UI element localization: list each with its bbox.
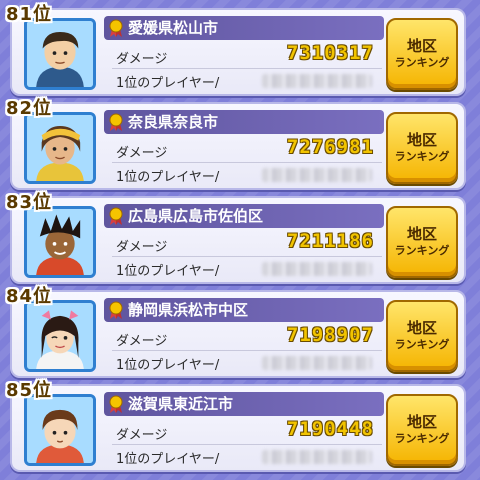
medal-icon [109, 395, 123, 413]
button-label-line2: ランキング [394, 56, 450, 69]
button-label-line2: ランキング [394, 244, 450, 257]
region-ranking-button[interactable]: 地区 ランキング [386, 206, 458, 278]
region-name: 静岡県浜松市中区 [128, 301, 249, 319]
top-player-label: 1位のプレイヤー/ [116, 452, 220, 467]
region-ranking-button[interactable]: 地区 ランキング [386, 394, 458, 466]
button-label-line1: 地区 [406, 413, 437, 431]
button-label-line2: ランキング [394, 150, 450, 163]
blurred-player-name [262, 168, 372, 182]
rank-number: 85位 [6, 380, 53, 401]
player-avatar [24, 206, 96, 278]
player-avatar [24, 112, 96, 184]
button-label-line1: 地区 [406, 225, 437, 243]
damage-value: 7276981 [286, 136, 374, 158]
region-bar: 愛媛県松山市 [104, 16, 384, 40]
divider [112, 162, 382, 163]
ranking-list: 愛媛県松山市 ダメージ 7310317 1位のプレイヤー/ 地区 ランキング 8… [0, 0, 480, 480]
divider [112, 68, 382, 69]
damage-label: ダメージ [116, 52, 168, 67]
rank-number: 82位 [6, 98, 53, 119]
blurred-player-name [262, 262, 372, 276]
ranking-row: 滋賀県東近江市 ダメージ 7190448 1位のプレイヤー/ 地区 ランキング … [6, 380, 466, 472]
blurred-player-name [262, 450, 372, 464]
region-bar: 滋賀県東近江市 [104, 392, 384, 416]
region-ranking-button[interactable]: 地区 ランキング [386, 18, 458, 90]
region-name: 愛媛県松山市 [128, 19, 219, 37]
rank-number: 83位 [6, 192, 53, 213]
button-label-line2: ランキング [394, 338, 450, 351]
region-bar: 静岡県浜松市中区 [104, 298, 384, 322]
medal-icon [109, 207, 123, 225]
medal-icon [109, 113, 123, 131]
region-ranking-button[interactable]: 地区 ランキング [386, 300, 458, 372]
top-player-label: 1位のプレイヤー/ [116, 358, 220, 373]
blurred-player-name [262, 356, 372, 370]
region-name: 滋賀県東近江市 [128, 395, 234, 413]
damage-value: 7310317 [286, 42, 374, 64]
button-label-line1: 地区 [406, 37, 437, 55]
damage-label: ダメージ [116, 240, 168, 255]
damage-label: ダメージ [116, 428, 168, 443]
damage-value: 7198907 [286, 324, 374, 346]
medal-icon [109, 19, 123, 37]
ranking-row: 静岡県浜松市中区 ダメージ 7198907 1位のプレイヤー/ 地区 ランキング… [6, 286, 466, 378]
top-player-label: 1位のプレイヤー/ [116, 76, 220, 91]
button-label-line1: 地区 [406, 319, 437, 337]
damage-value: 7190448 [286, 418, 374, 440]
region-name: 奈良県奈良市 [128, 113, 219, 131]
button-label-line2: ランキング [394, 432, 450, 445]
damage-label: ダメージ [116, 146, 168, 161]
player-avatar [24, 394, 96, 466]
region-bar: 広島県広島市佐伯区 [104, 204, 384, 228]
ranking-row: 広島県広島市佐伯区 ダメージ 7211186 1位のプレイヤー/ 地区 ランキン… [6, 192, 466, 284]
blurred-player-name [262, 74, 372, 88]
rank-number: 81位 [6, 4, 53, 25]
button-label-line1: 地区 [406, 131, 437, 149]
player-avatar [24, 300, 96, 372]
medal-icon [109, 301, 123, 319]
damage-label: ダメージ [116, 334, 168, 349]
region-name: 広島県広島市佐伯区 [128, 207, 264, 225]
top-player-label: 1位のプレイヤー/ [116, 264, 220, 279]
rank-number: 84位 [6, 286, 53, 307]
region-ranking-button[interactable]: 地区 ランキング [386, 112, 458, 184]
player-avatar [24, 18, 96, 90]
divider [112, 444, 382, 445]
divider [112, 256, 382, 257]
divider [112, 350, 382, 351]
damage-value: 7211186 [286, 230, 374, 252]
region-bar: 奈良県奈良市 [104, 110, 384, 134]
ranking-row: 奈良県奈良市 ダメージ 7276981 1位のプレイヤー/ 地区 ランキング 8… [6, 98, 466, 190]
ranking-row: 愛媛県松山市 ダメージ 7310317 1位のプレイヤー/ 地区 ランキング 8… [6, 4, 466, 96]
top-player-label: 1位のプレイヤー/ [116, 170, 220, 185]
